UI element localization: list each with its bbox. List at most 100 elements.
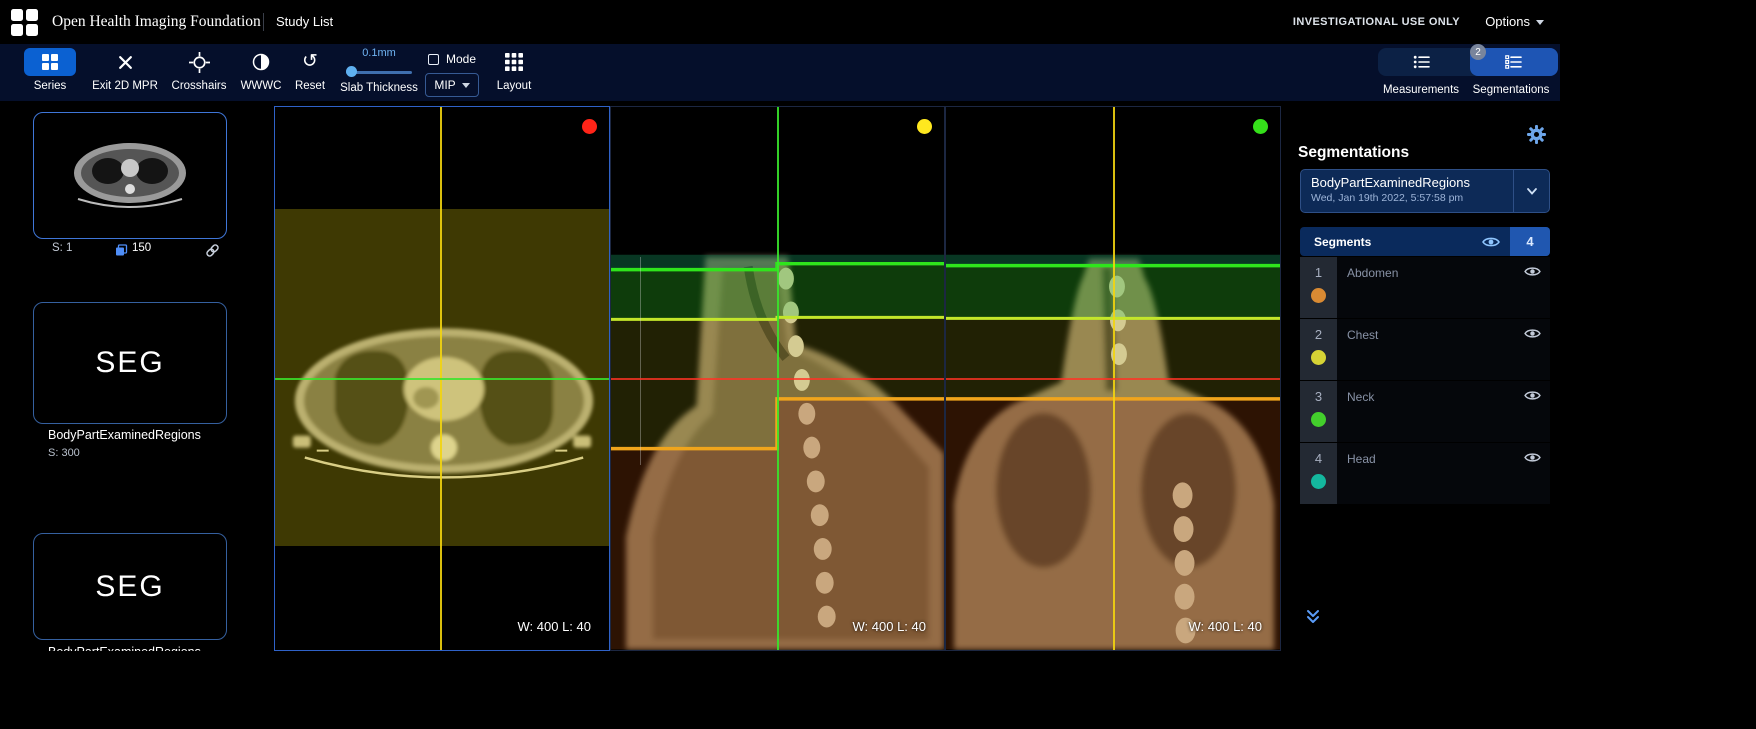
segmentation-select-dropdown[interactable]: BodyPartExaminedRegions Wed, Jan 19th 20… (1300, 169, 1550, 213)
study-browser-sidebar: S: 1 150 SEG BodyPartExaminedRegions S: … (0, 101, 274, 651)
close-icon (118, 55, 132, 69)
layout-label: Layout (496, 80, 532, 92)
window-level-text: W: 400 L: 40 (517, 619, 591, 634)
mip-dropdown[interactable]: MIP (425, 73, 479, 97)
collapse-panel-double-chevron-icon[interactable] (1305, 608, 1321, 630)
seg-type-label: SEG (95, 346, 165, 379)
segment-number: 4 (1314, 451, 1323, 466)
slab-thickness-control[interactable]: 0.1mm Slab Thickness (338, 44, 420, 101)
crosshair-horizontal-line[interactable] (946, 378, 1280, 380)
panel-toggle-group (1378, 48, 1558, 76)
segment-visibility-eye-icon[interactable] (1524, 265, 1541, 283)
series-grid-icon (42, 54, 58, 70)
chevron-down-icon (461, 82, 470, 88)
orientation-dot-coronal (1253, 119, 1268, 134)
segment-visibility-eye-icon[interactable] (1524, 389, 1541, 407)
segment-body: Chest (1337, 319, 1550, 380)
crosshairs-button[interactable]: Crosshairs (164, 44, 234, 101)
panel-title: Segmentations (1298, 144, 1410, 161)
segment-color-swatch[interactable] (1311, 350, 1326, 365)
thumbnail-seg-1[interactable]: SEG (33, 302, 227, 424)
dropdown-chevron-cell[interactable] (1513, 170, 1549, 212)
measurements-list-icon (1413, 55, 1430, 69)
segment-index-cell: 1 (1300, 257, 1337, 318)
nav-study-list[interactable]: Study List (276, 0, 333, 44)
segment-body: Neck (1337, 381, 1550, 442)
header-divider (263, 13, 264, 31)
orientation-dot-axial (582, 119, 597, 134)
segment-row-neck[interactable]: 3 Neck (1300, 381, 1550, 442)
crosshair-horizontal-line[interactable] (275, 378, 609, 380)
crosshair-horizontal-line[interactable] (611, 378, 944, 380)
viewport-axial[interactable]: W: 400 L: 40 (274, 106, 610, 651)
segment-label: Chest (1347, 328, 1379, 342)
crosshairs-label: Crosshairs (171, 80, 227, 92)
series-active-pill (24, 48, 76, 76)
header: Open Health Imaging Foundation Study Lis… (0, 0, 1560, 44)
seg-2-title: BodyPartExaminedRegions (48, 645, 201, 651)
segment-label: Neck (1347, 390, 1375, 404)
exit-2d-mpr-button[interactable]: Exit 2D MPR (86, 44, 164, 101)
segment-index-cell: 2 (1300, 319, 1337, 380)
seg-1-title: BodyPartExaminedRegions (48, 428, 201, 442)
slab-thickness-value: 0.1mm (362, 47, 396, 59)
segmentations-label: Segmentations (1472, 84, 1550, 96)
wwwc-button[interactable]: WWWC (234, 44, 288, 101)
measurements-label: Measurements (1382, 84, 1460, 96)
segment-color-swatch[interactable] (1311, 288, 1326, 303)
segment-body: Abdomen (1337, 257, 1550, 318)
segmentation-panel: Segmentations BodyPartExaminedRegions We… (1281, 101, 1560, 651)
segmentation-name: BodyPartExaminedRegions (1311, 175, 1470, 190)
settings-gear-icon[interactable] (1527, 125, 1546, 149)
layout-button[interactable]: Layout (488, 44, 540, 101)
segment-number: 1 (1314, 265, 1323, 280)
slab-thickness-slider[interactable] (346, 66, 412, 78)
segment-label: Head (1347, 452, 1376, 466)
segment-visibility-eye-icon[interactable] (1524, 451, 1541, 469)
series-number-label: S: 1 (52, 242, 73, 254)
segment-row-chest[interactable]: 2 Chest (1300, 319, 1550, 380)
slider-thumb[interactable] (346, 66, 357, 77)
segment-row-head[interactable]: 4 Head (1300, 443, 1550, 504)
mip-value: MIP (434, 78, 456, 92)
reference-line (640, 257, 641, 465)
measurements-panel-button[interactable] (1378, 48, 1466, 76)
app-title: Open Health Imaging Foundation (52, 13, 261, 30)
thumbnail-ct-series[interactable] (33, 112, 227, 239)
segments-header-bar: Segments 4 (1300, 227, 1550, 256)
series-label: Series (33, 80, 67, 92)
dropdown-text: BodyPartExaminedRegions Wed, Jan 19th 20… (1301, 170, 1513, 212)
reset-button[interactable]: ↺ Reset (288, 44, 332, 101)
thumbnail-seg-2[interactable]: SEG (33, 533, 227, 640)
screenshot-canvas: Open Health Imaging Foundation Study Lis… (0, 0, 1756, 729)
options-menu-button[interactable]: Options (1485, 0, 1544, 44)
segment-color-swatch[interactable] (1311, 474, 1326, 489)
seg-1-series: S: 300 (48, 447, 80, 459)
viewport-sagittal[interactable]: W: 400 L: 40 (610, 106, 945, 651)
ohif-logo-icon[interactable] (11, 9, 38, 36)
series-button[interactable]: Series (14, 44, 86, 101)
link-icon[interactable] (205, 243, 220, 258)
viewport-coronal[interactable]: W: 400 L: 40 (945, 106, 1281, 651)
exit-2d-mpr-label: Exit 2D MPR (92, 80, 158, 92)
toggle-all-segments-eye-icon[interactable] (1482, 235, 1500, 249)
segment-color-swatch[interactable] (1311, 412, 1326, 427)
stack-icon (116, 244, 128, 256)
segment-visibility-eye-icon[interactable] (1524, 327, 1541, 345)
segmentation-date: Wed, Jan 19th 2022, 5:57:58 pm (1311, 192, 1464, 204)
ohif-viewer-window: Open Health Imaging Foundation Study Lis… (0, 0, 1560, 651)
toolbar: Series Exit 2D MPR Crosshairs WWWC ↺ Res… (0, 44, 1560, 101)
chevron-down-icon (1526, 187, 1537, 195)
segment-row-abdomen[interactable]: 1 Abdomen (1300, 257, 1550, 318)
seg-type-label: SEG (95, 569, 165, 603)
segmentations-count-badge: 2 (1470, 44, 1486, 60)
crosshairs-icon (188, 51, 210, 73)
mode-checkbox[interactable] (427, 53, 439, 65)
segments-header-label: Segments (1314, 234, 1372, 249)
segmentations-list-icon (1505, 55, 1522, 69)
segment-label: Abdomen (1347, 266, 1399, 280)
ct-thumbnail-image (74, 143, 186, 208)
wwwc-label: WWWC (240, 80, 282, 92)
orientation-dot-sagittal (917, 119, 932, 134)
segments-count: 4 (1510, 227, 1550, 256)
